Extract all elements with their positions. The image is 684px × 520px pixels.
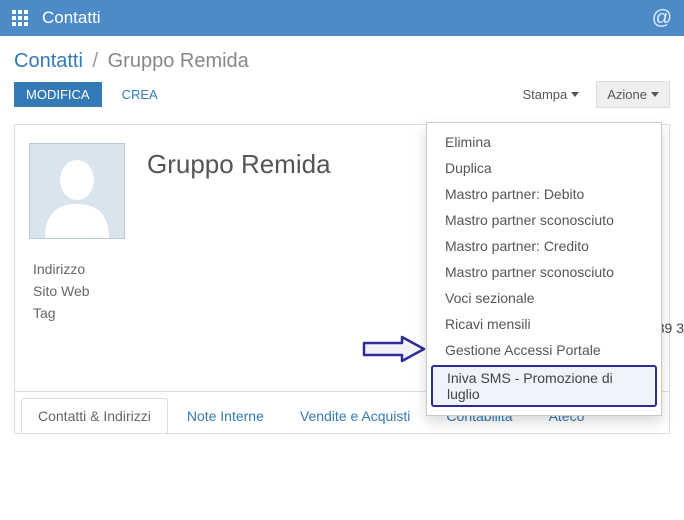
dropdown-item[interactable]: Mastro partner sconosciuto <box>427 259 661 285</box>
breadcrumb: Contatti / Gruppo Remida <box>0 36 684 77</box>
tab[interactable]: Vendite e Acquisti <box>283 398 428 433</box>
action-label: Azione <box>607 87 647 102</box>
label-address: Indirizzo <box>33 261 373 277</box>
dropdown-item[interactable]: Duplica <box>427 155 661 181</box>
tab[interactable]: Note Interne <box>170 398 281 433</box>
action-dropdown[interactable]: Azione <box>596 81 670 108</box>
actionbar: MODIFICA CREA Stampa Azione <box>0 77 684 118</box>
dropdown-item[interactable]: Mastro partner: Debito <box>427 181 661 207</box>
dropdown-item[interactable]: Gestione Accessi Portale <box>427 337 661 363</box>
print-label: Stampa <box>522 87 567 102</box>
dropdown-item[interactable]: Elimina <box>427 129 661 155</box>
caret-down-icon <box>571 92 579 97</box>
fields-left: Indirizzo Sito Web Tag <box>29 261 373 381</box>
caret-down-icon <box>651 92 659 97</box>
dropdown-item[interactable]: Ricavi mensili <box>427 311 661 337</box>
print-dropdown[interactable]: Stampa <box>511 81 590 108</box>
messaging-icon[interactable]: @ <box>652 7 672 30</box>
create-button[interactable]: CREA <box>110 82 170 107</box>
contact-name: Gruppo Remida <box>147 149 331 180</box>
topbar: Contatti @ <box>0 0 684 36</box>
action-dropdown-menu: EliminaDuplicaMastro partner: DebitoMast… <box>426 122 662 416</box>
breadcrumb-current: Gruppo Remida <box>108 50 249 72</box>
dropdown-item-highlighted[interactable]: Iniva SMS - Promozione di luglio <box>431 365 657 407</box>
tab[interactable]: Contatti & Indirizzi <box>21 398 168 433</box>
label-tag: Tag <box>33 305 373 321</box>
modify-button[interactable]: MODIFICA <box>14 82 102 107</box>
apps-icon[interactable] <box>12 10 28 26</box>
dropdown-item[interactable]: Mastro partner: Credito <box>427 233 661 259</box>
arrow-annotation-icon <box>362 335 426 366</box>
topbar-left: Contatti <box>12 8 101 28</box>
page-title: Contatti <box>42 8 101 28</box>
dropdown-item[interactable]: Mastro partner sconosciuto <box>427 207 661 233</box>
avatar[interactable] <box>29 143 125 239</box>
breadcrumb-sep: / <box>93 50 99 72</box>
label-website: Sito Web <box>33 283 373 299</box>
dropdown-item[interactable]: Voci sezionale <box>427 285 661 311</box>
person-icon <box>37 146 117 238</box>
breadcrumb-root[interactable]: Contatti <box>14 50 83 72</box>
